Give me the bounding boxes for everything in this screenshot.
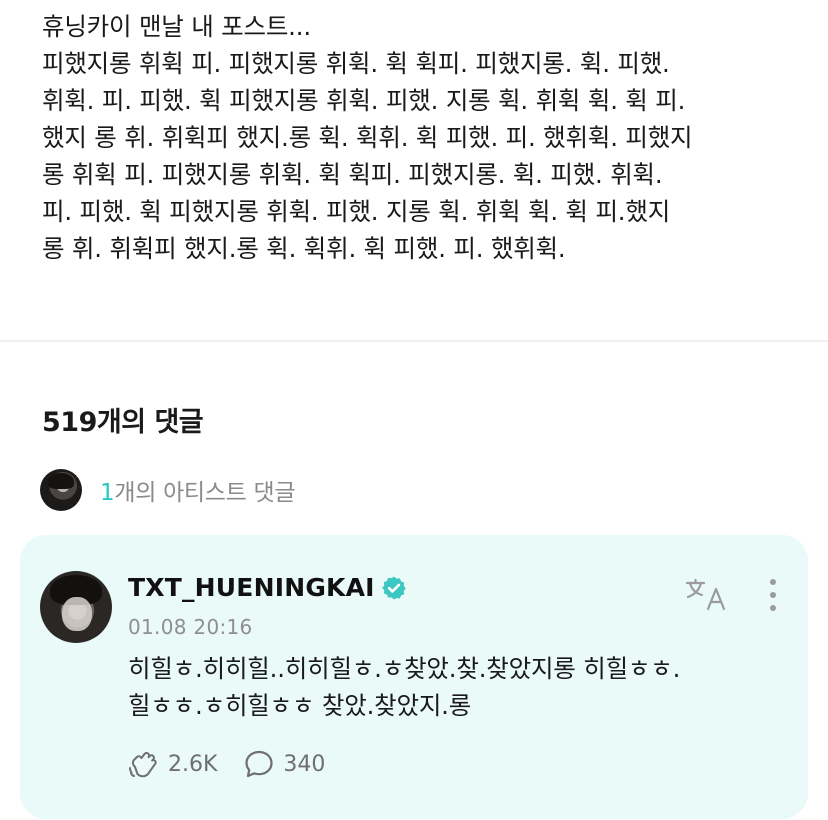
comment-author-name[interactable]: TXT_HUENINGKAI (128, 573, 375, 602)
artist-comments-filter[interactable]: 1개의 아티스트 댓글 (40, 468, 296, 512)
artist-comments-label: 1개의 아티스트 댓글 (100, 473, 296, 507)
reply-button[interactable]: 340 (243, 749, 325, 779)
comment-author-avatar[interactable] (40, 571, 112, 643)
post-text-line: 피했지롱 휘휙 피. 피했지롱 휘휙. 휙 휙피. 피했지롱. 휙. 피했. (42, 49, 670, 78)
like-count: 2.6K (168, 751, 218, 777)
post-text-line: 휴닝카이 맨날 내 포스트... (42, 12, 311, 41)
more-vertical-icon[interactable] (760, 575, 786, 615)
comment-text-line: 히힐ㅎ.히히힐..히히힐ㅎ.ㅎ찾았.찾.찾았지롱 히힐ㅎㅎ. (128, 654, 681, 683)
comment-bubble-icon (245, 750, 274, 778)
reply-count: 340 (283, 751, 326, 777)
section-divider (0, 340, 828, 342)
cheer-hand-icon (129, 751, 157, 778)
comments-count-heading: 519개의 댓글 (42, 407, 204, 438)
comment-text-line: 힐ㅎㅎ.ㅎ히힐ㅎㅎ 찾았.찾았지.롱 (128, 691, 472, 720)
artist-comment-card: TXT_HUENINGKAI 01.08 20:16 히힐ㅎ.히히힐..히히힐ㅎ… (20, 535, 808, 819)
comment-actions: 2.6K 340 (128, 749, 325, 779)
artist-avatar (40, 469, 82, 511)
like-button[interactable]: 2.6K (128, 749, 217, 779)
post-text-line: 롱 휘. 휘휙피 했지.롱 휙. 휙휘. 휙 피했. 피. 했휘휙. (42, 234, 566, 263)
post-body: 휴닝카이 맨날 내 포스트... 피했지롱 휘휙 피. 피했지롱 휘휙. 휙 휙… (42, 8, 802, 267)
post-text-line: 롱 휘휙 피. 피했지롱 휘휙. 휙 휙피. 피했지롱. 휙. 피했. 휘휙. (42, 160, 663, 189)
post-text-line: 했지 롱 휘. 휘휙피 했지.롱 휙. 휙휘. 휙 피했. 피. 했휘휙. 피했… (42, 123, 693, 152)
artist-comment-count: 1 (100, 480, 115, 506)
post-text-line: 피. 피했. 휙 피했지롱 휘휙. 피했. 지롱 휙. 휘휙 휙. 휙 피.했지 (42, 197, 671, 226)
translate-icon[interactable] (684, 577, 728, 613)
verified-badge-icon (381, 576, 406, 599)
comment-author-row: TXT_HUENINGKAI (128, 573, 407, 602)
comment-body: 히힐ㅎ.히히힐..히히힐ㅎ.ㅎ찾았.찾.찾았지롱 히힐ㅎㅎ. 힐ㅎㅎ.ㅎ히힐ㅎㅎ… (128, 650, 788, 724)
post-text-line: 휘휙. 피. 피했. 휙 피했지롱 휘휙. 피했. 지롱 휙. 휘휙 휙. 휙 … (42, 86, 686, 115)
comment-timestamp: 01.08 20:16 (128, 615, 253, 639)
artist-comment-label-text: 개의 아티스트 댓글 (114, 480, 296, 506)
